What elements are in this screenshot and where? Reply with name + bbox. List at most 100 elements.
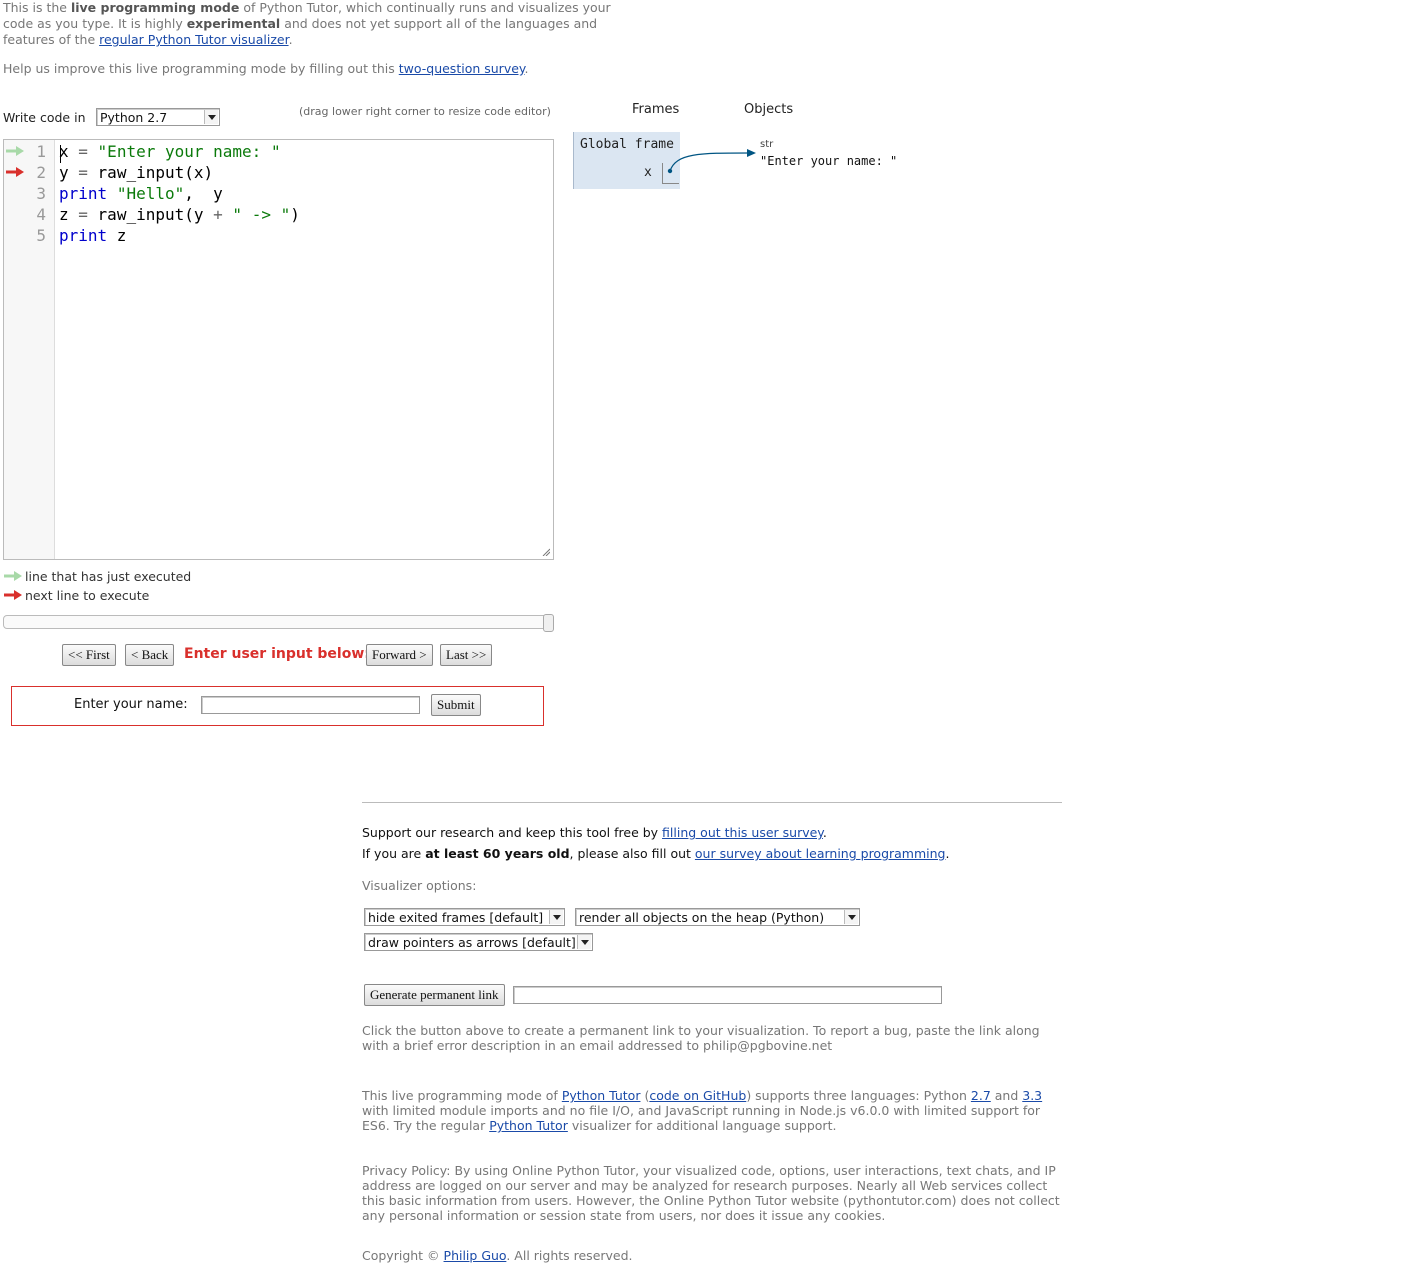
learning-survey-link[interactable]: our survey about learning programming bbox=[695, 846, 946, 861]
age-bold: at least 60 years old bbox=[425, 846, 570, 861]
code-token: print bbox=[59, 184, 108, 203]
chevron-down-icon bbox=[844, 910, 858, 924]
back-button[interactable]: < Back bbox=[125, 644, 175, 666]
code-line[interactable]: x = "Enter your name: " bbox=[59, 142, 281, 161]
lang-part: and bbox=[990, 1088, 1023, 1103]
heap-option-value: render all objects on the heap (Python) bbox=[579, 910, 825, 925]
github-link[interactable]: code on GitHub bbox=[649, 1088, 746, 1103]
code-line[interactable]: print z bbox=[59, 226, 126, 245]
generate-permalink-button[interactable]: Generate permanent link bbox=[364, 984, 505, 1006]
line-number: 5 bbox=[36, 226, 46, 245]
intro-live-mode: live programming mode bbox=[70, 0, 240, 15]
frames-option-value: hide exited frames [default] bbox=[368, 910, 544, 925]
user-survey-link[interactable]: filling out this user survey bbox=[662, 825, 823, 840]
lang-part: ( bbox=[640, 1088, 650, 1103]
bug-report-text: Click the button above to create a perma… bbox=[362, 1023, 1040, 1053]
legend-executed: line that has just executed bbox=[25, 569, 192, 584]
code-token: + bbox=[213, 205, 223, 224]
copyright-text: Copyright © Philip Guo. All rights reser… bbox=[362, 1248, 633, 1263]
code-token: , y bbox=[184, 184, 223, 203]
code-token: " -> " bbox=[232, 205, 291, 224]
age-part: If you are bbox=[362, 846, 426, 861]
chevron-down-icon bbox=[549, 910, 563, 924]
user-input-panel: Enter your name: Submit bbox=[11, 686, 544, 726]
heap-option-select[interactable]: render all objects on the heap (Python) bbox=[575, 908, 860, 926]
executed-legend-arrow-icon bbox=[4, 571, 22, 581]
help-part: . bbox=[524, 61, 529, 76]
regular-python-tutor-link[interactable]: Python Tutor bbox=[489, 1118, 568, 1133]
languages-text: This live programming mode of Python Tut… bbox=[362, 1088, 1062, 1133]
support-part: . bbox=[822, 825, 827, 840]
copyright-part: Copyright © bbox=[362, 1248, 444, 1263]
language-select-value: Python 2.7 bbox=[100, 110, 168, 125]
user-input-label: Enter your name: bbox=[74, 697, 188, 712]
python27-link[interactable]: 2.7 bbox=[971, 1088, 991, 1103]
intro-part: . bbox=[288, 32, 293, 47]
code-token: raw_input(y bbox=[97, 205, 214, 224]
code-token: y bbox=[59, 163, 69, 182]
code-token: "Enter your name: " bbox=[97, 142, 281, 161]
first-button[interactable]: << First bbox=[62, 644, 116, 666]
execution-slider[interactable] bbox=[3, 614, 554, 632]
intro-experimental: experimental bbox=[186, 16, 281, 31]
slider-thumb[interactable] bbox=[543, 614, 554, 632]
copyright-part: . All rights reserved. bbox=[506, 1248, 633, 1263]
line-number: 2 bbox=[36, 163, 46, 182]
age-part: , please also fill out bbox=[569, 846, 695, 861]
code-token: z bbox=[59, 205, 69, 224]
code-token: ) bbox=[290, 205, 300, 224]
last-button[interactable]: Last >> bbox=[440, 644, 493, 666]
language-select[interactable]: Python 2.7 bbox=[96, 108, 220, 126]
line-number: 1 bbox=[36, 142, 46, 161]
drag-hint: (drag lower right corner to resize code … bbox=[299, 105, 551, 118]
code-token: print bbox=[59, 226, 108, 245]
pointer-arrow-icon bbox=[667, 149, 756, 174]
regular-visualizer-link[interactable]: regular Python Tutor visualizer bbox=[99, 32, 288, 47]
write-code-label: Write code in bbox=[3, 110, 86, 125]
code-token: = bbox=[68, 142, 98, 161]
code-line[interactable]: y = raw_input(x) bbox=[59, 163, 213, 182]
chevron-down-icon bbox=[577, 935, 591, 949]
footer-divider bbox=[362, 802, 1062, 803]
code-token: = bbox=[68, 163, 98, 182]
forward-button[interactable]: Forward > bbox=[366, 644, 433, 666]
help-text: Help us improve this live programming mo… bbox=[3, 61, 529, 76]
lang-part: visualizer for additional language suppo… bbox=[567, 1118, 837, 1133]
intro-part: This is the bbox=[3, 0, 71, 15]
python33-link[interactable]: 3.3 bbox=[1022, 1088, 1042, 1103]
pointers-option-value: draw pointers as arrows [default] bbox=[368, 935, 576, 950]
next-legend-arrow-icon bbox=[4, 590, 22, 600]
age-line: If you are at least 60 years old, please… bbox=[362, 843, 949, 864]
support-line: Support our research and keep this tool … bbox=[362, 822, 949, 843]
philip-guo-link[interactable]: Philip Guo bbox=[444, 1248, 507, 1263]
support-text: Support our research and keep this tool … bbox=[362, 822, 949, 864]
age-part: . bbox=[945, 846, 950, 861]
submit-button[interactable]: Submit bbox=[431, 694, 481, 716]
permalink-field[interactable] bbox=[513, 986, 942, 1004]
code-line[interactable]: print "Hello", y bbox=[59, 184, 223, 203]
line-number: 3 bbox=[36, 184, 46, 203]
two-question-survey-link[interactable]: two-question survey bbox=[399, 61, 525, 76]
python-tutor-link[interactable]: Python Tutor bbox=[562, 1088, 641, 1103]
resize-handle-icon[interactable] bbox=[542, 548, 550, 556]
intro-text: This is the live programming mode of Pyt… bbox=[3, 0, 613, 48]
line-number: 4 bbox=[36, 205, 46, 224]
code-token: raw_input(x) bbox=[97, 163, 214, 182]
frames-header: Frames bbox=[632, 102, 680, 117]
frames-option-select[interactable]: hide exited frames [default] bbox=[364, 908, 565, 926]
lang-part: ) supports three languages: Python bbox=[746, 1088, 971, 1103]
code-line[interactable]: z = raw_input(y + " -> ") bbox=[59, 205, 300, 224]
help-part: Help us improve this live programming mo… bbox=[3, 61, 399, 76]
object-type: str bbox=[760, 139, 774, 150]
lang-part: This live programming mode of bbox=[362, 1088, 562, 1103]
user-input-field[interactable] bbox=[201, 696, 420, 714]
pointers-option-select[interactable]: draw pointers as arrows [default] bbox=[364, 933, 593, 951]
code-editor[interactable]: 1 2 3 4 5 x = "Enter your name: " y = ra… bbox=[3, 139, 554, 560]
code-token: z bbox=[107, 226, 127, 245]
privacy-policy-text: Privacy Policy: By using Online Python T… bbox=[362, 1163, 1060, 1223]
text-cursor bbox=[60, 145, 61, 163]
chevron-down-icon bbox=[204, 110, 218, 124]
legend-next: next line to execute bbox=[25, 588, 150, 603]
